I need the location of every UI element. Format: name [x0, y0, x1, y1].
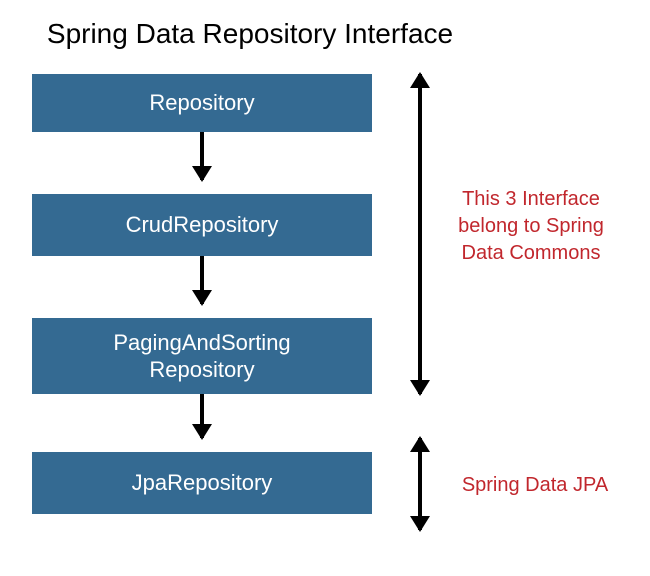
arrow-down-icon — [200, 256, 204, 304]
box-label: JpaRepository — [132, 469, 273, 497]
diagram-title: Spring Data Repository Interface — [20, 0, 480, 60]
box-repository: Repository — [32, 74, 372, 132]
annotation-jpa: Spring Data JPA — [450, 472, 620, 499]
box-paging-sorting-repository: PagingAndSorting Repository — [32, 318, 372, 394]
box-label: CrudRepository — [126, 211, 279, 239]
double-arrow-icon — [418, 438, 422, 530]
box-label-line2: Repository — [149, 356, 254, 384]
box-label: Repository — [149, 89, 254, 117]
arrow-down-icon — [200, 132, 204, 180]
arrow-down-icon — [200, 394, 204, 438]
box-label-line1: PagingAndSorting — [113, 329, 290, 357]
double-arrow-icon — [418, 74, 422, 394]
box-crud-repository: CrudRepository — [32, 194, 372, 256]
box-jpa-repository: JpaRepository — [32, 452, 372, 514]
annotation-commons: This 3 Interface belong to Spring Data C… — [446, 186, 616, 267]
diagram-container: Repository CrudRepository PagingAndSorti… — [0, 60, 650, 560]
